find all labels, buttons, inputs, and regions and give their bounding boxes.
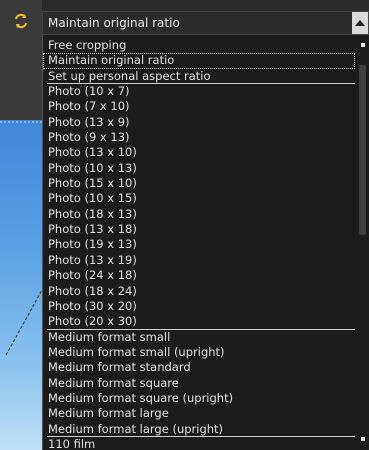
triangle-up-icon[interactable]	[352, 12, 368, 34]
dropdown-item[interactable]: Maintain original ratio	[43, 53, 355, 69]
scrollbar-thumb[interactable]	[359, 65, 366, 235]
dropdown-item[interactable]: Photo (10 x 13)	[43, 161, 355, 176]
dropdown-item[interactable]: Photo (10 x 15)	[43, 191, 355, 206]
dropdown-scrollbar[interactable]	[356, 35, 369, 450]
dropdown-item[interactable]: Medium format square	[43, 376, 355, 391]
dropdown-item[interactable]: Free cropping	[43, 38, 355, 53]
left-panel	[0, 0, 42, 450]
dropdown-item[interactable]: Photo (13 x 10)	[43, 145, 355, 160]
scroll-up-button[interactable]	[358, 41, 367, 49]
combo-selected-value: Maintain original ratio	[48, 16, 180, 30]
dropdown-item[interactable]: Photo (18 x 13)	[43, 207, 355, 222]
dropdown-item[interactable]: Photo (13 x 19)	[43, 253, 355, 268]
dropdown-item[interactable]: Photo (13 x 18)	[43, 222, 355, 237]
dropdown-item[interactable]: Medium format small	[43, 330, 355, 345]
scroll-down-button[interactable]	[358, 435, 367, 443]
dropdown-item[interactable]: Medium format small (upright)	[43, 345, 355, 360]
dropdown-items: Free cropping Maintain original ratio Set …	[43, 38, 355, 450]
dropdown-item[interactable]: Medium format large (upright)	[43, 422, 355, 438]
dropdown-item[interactable]: Medium format large	[43, 406, 355, 421]
dropdown-item[interactable]: Medium format square (upright)	[43, 391, 355, 406]
swap-arrows-icon[interactable]	[8, 8, 34, 34]
dropdown-item[interactable]: Photo (30 x 20)	[43, 299, 355, 314]
dropdown-item[interactable]: Photo (7 x 10)	[43, 99, 355, 114]
dropdown-item[interactable]: Photo (19 x 13)	[43, 237, 355, 252]
dropdown-item[interactable]: Photo (15 x 10)	[43, 176, 355, 191]
dropdown-item[interactable]: Photo (13 x 9)	[43, 115, 355, 130]
aspect-ratio-combobox[interactable]: Maintain original ratio	[42, 11, 369, 35]
dropdown-item[interactable]: Medium format standard	[43, 360, 355, 375]
dropdown-item[interactable]: Photo (24 x 18)	[43, 268, 355, 283]
dropdown-item[interactable]: Photo (20 x 30)	[43, 314, 355, 330]
aspect-ratio-dropdown-list[interactable]: Free cropping Maintain original ratio Set …	[42, 35, 369, 450]
dropdown-item[interactable]: Photo (18 x 24)	[43, 284, 355, 299]
dropdown-item[interactable]: Set up personal aspect ratio	[43, 69, 355, 85]
dropdown-item[interactable]: 110 film	[43, 437, 355, 450]
dropdown-item[interactable]: Photo (10 x 7)	[43, 84, 355, 99]
dropdown-item[interactable]: Photo (9 x 13)	[43, 130, 355, 145]
photo-preview	[0, 120, 42, 450]
